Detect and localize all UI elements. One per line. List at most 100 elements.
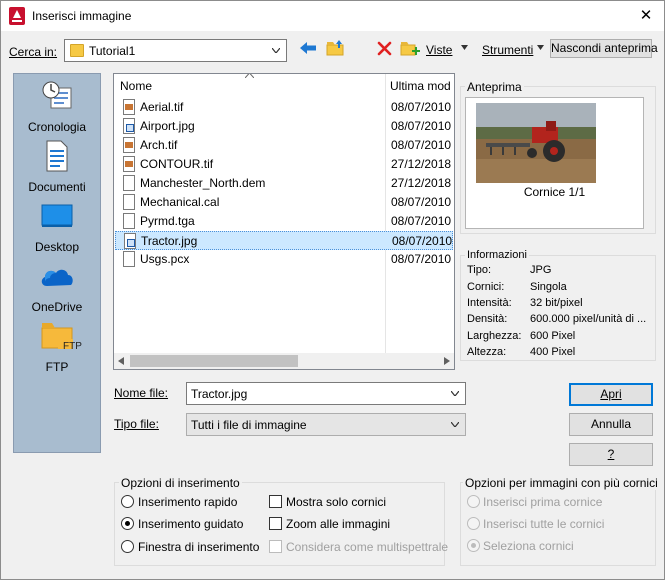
file-row[interactable]: Arch.tif 08/07/2010: [114, 136, 454, 155]
close-button[interactable]: ✕: [633, 3, 659, 29]
file-name-input[interactable]: Tractor.jpg: [186, 382, 466, 405]
dialog-title: Inserisci immagine: [32, 9, 132, 23]
scrollbar-thumb[interactable]: [130, 355, 298, 367]
look-in-value: Tutorial1: [89, 44, 136, 58]
multispectral-label: Considera come multispettrale: [286, 540, 449, 554]
file-name: Usgs.pcx: [140, 252, 190, 266]
tractor-preview-image: [476, 103, 596, 183]
sort-ascending-icon: [245, 74, 254, 78]
scroll-left-icon[interactable]: [118, 357, 124, 365]
place-label-documents: Documenti: [28, 180, 86, 194]
insert-all-frames-radio[interactable]: [467, 517, 480, 530]
views-menu[interactable]: Viste: [426, 43, 452, 57]
insert-window-radio[interactable]: [121, 540, 134, 553]
show-frames-only-checkbox[interactable]: [269, 495, 282, 508]
column-header-date[interactable]: Ultima mod: [390, 74, 454, 98]
info-title: Informazioni: [465, 249, 529, 261]
file-name: Tractor.jpg: [141, 234, 198, 248]
onedrive-icon: [41, 269, 73, 286]
info-row: Densità: 600.000 pixel/unità di ...: [467, 313, 647, 325]
select-frames-label: Seleziona cornici: [483, 539, 574, 553]
new-folder-icon[interactable]: [400, 39, 420, 57]
file-date: 27/12/2018: [391, 176, 452, 190]
look-in-combo[interactable]: Tutorial1: [64, 39, 287, 62]
file-date: 27/12/2018: [391, 157, 452, 171]
place-ftp[interactable]: FTP FTP: [14, 320, 100, 376]
tools-menu[interactable]: Strumenti: [482, 43, 533, 57]
image-file-icon: [123, 137, 135, 153]
zoom-to-images-label[interactable]: Zoom alle immagini: [286, 517, 390, 531]
insert-window-label[interactable]: Finestra di inserimento: [138, 540, 259, 554]
file-date: 08/07/2010: [391, 100, 452, 114]
file-name: Manchester_North.dem: [140, 176, 266, 190]
blank-file-icon: [123, 175, 135, 191]
multispectral-checkbox[interactable]: [269, 540, 282, 553]
scroll-right-icon[interactable]: [444, 357, 450, 365]
file-date: 08/07/2010: [392, 234, 453, 248]
place-documents[interactable]: Documenti: [14, 140, 100, 196]
jpg-file-icon: [123, 118, 135, 134]
file-row[interactable]: Mechanical.cal 08/07/2010: [114, 193, 454, 212]
help-button[interactable]: ?: [569, 443, 653, 466]
file-date: 08/07/2010: [391, 252, 452, 266]
file-name: Aerial.tif: [140, 100, 184, 114]
cancel-button[interactable]: Annulla: [569, 413, 653, 436]
file-date: 08/07/2010: [391, 119, 452, 133]
hide-preview-button[interactable]: Nascondi anteprima: [550, 39, 658, 58]
delete-icon[interactable]: [377, 41, 392, 56]
look-in-label: Cerca in:: [9, 45, 58, 59]
blank-file-icon: [123, 213, 135, 229]
quick-insert-label[interactable]: Inserimento rapido: [138, 495, 237, 509]
file-row[interactable]: Pyrmd.tga 08/07/2010: [114, 212, 454, 231]
show-frames-only-label[interactable]: Mostra solo cornici: [286, 495, 386, 509]
quick-insert-radio[interactable]: [121, 495, 134, 508]
info-row: Intensità: 32 bit/pixel: [467, 297, 583, 309]
info-row: Altezza: 400 Pixel: [467, 346, 576, 358]
back-arrow-icon[interactable]: [299, 41, 317, 55]
file-name-value: Tractor.jpg: [191, 387, 248, 401]
file-list[interactable]: Nome Ultima mod Aerial.tif 08/07/2010 Ai…: [113, 73, 455, 370]
tools-dropdown-icon[interactable]: [537, 45, 544, 50]
file-name: Pyrmd.tga: [140, 214, 195, 228]
image-file-icon: [123, 156, 135, 172]
file-row[interactable]: Aerial.tif 08/07/2010: [114, 98, 454, 117]
places-bar: Cronologia Documenti Desktop OneDrive FT…: [13, 73, 101, 453]
open-button[interactable]: Apri: [569, 383, 653, 406]
documents-icon: [46, 140, 68, 172]
select-frames-radio[interactable]: [467, 539, 480, 552]
up-folder-icon[interactable]: [326, 39, 346, 57]
folder-icon: [70, 44, 84, 57]
file-name-label: Nome file:: [114, 386, 169, 400]
insert-all-frames-label: Inserisci tutte le cornici: [483, 517, 605, 531]
insert-first-frame-radio[interactable]: [467, 495, 480, 508]
file-row-selected[interactable]: Tractor.jpg 08/07/2010: [115, 231, 453, 250]
horizontal-scrollbar[interactable]: [114, 353, 454, 369]
guided-insert-radio[interactable]: [121, 517, 134, 530]
ftp-icon-text: FTP: [63, 341, 82, 352]
place-onedrive[interactable]: OneDrive: [14, 260, 100, 316]
chevron-down-icon[interactable]: [451, 422, 459, 427]
file-row[interactable]: Usgs.pcx 08/07/2010: [114, 250, 454, 269]
file-type-select[interactable]: Tutti i file di immagine: [186, 413, 466, 436]
file-row[interactable]: Airport.jpg 08/07/2010: [114, 117, 454, 136]
title-bar: Inserisci immagine ✕: [1, 1, 664, 31]
multi-frame-title: Opzioni per immagini con più cornici: [463, 476, 660, 490]
blank-file-icon: [123, 194, 135, 210]
place-desktop[interactable]: Desktop: [14, 200, 100, 256]
preview-caption: Cornice 1/1: [523, 185, 586, 199]
history-icon: [42, 81, 72, 109]
file-date: 08/07/2010: [391, 138, 452, 152]
guided-insert-label[interactable]: Inserimento guidato: [138, 517, 243, 531]
place-label-history: Cronologia: [27, 120, 87, 134]
zoom-to-images-checkbox[interactable]: [269, 517, 282, 530]
file-name: Airport.jpg: [140, 119, 195, 133]
place-history[interactable]: Cronologia: [14, 80, 100, 136]
views-dropdown-icon[interactable]: [461, 45, 468, 50]
chevron-down-icon: [272, 48, 280, 53]
file-row[interactable]: Manchester_North.dem 27/12/2018: [114, 174, 454, 193]
jpg-file-icon: [124, 233, 136, 249]
place-label-desktop: Desktop: [34, 240, 80, 254]
file-row[interactable]: CONTOUR.tif 27/12/2018: [114, 155, 454, 174]
file-date: 08/07/2010: [391, 214, 452, 228]
chevron-down-icon[interactable]: [451, 391, 459, 396]
